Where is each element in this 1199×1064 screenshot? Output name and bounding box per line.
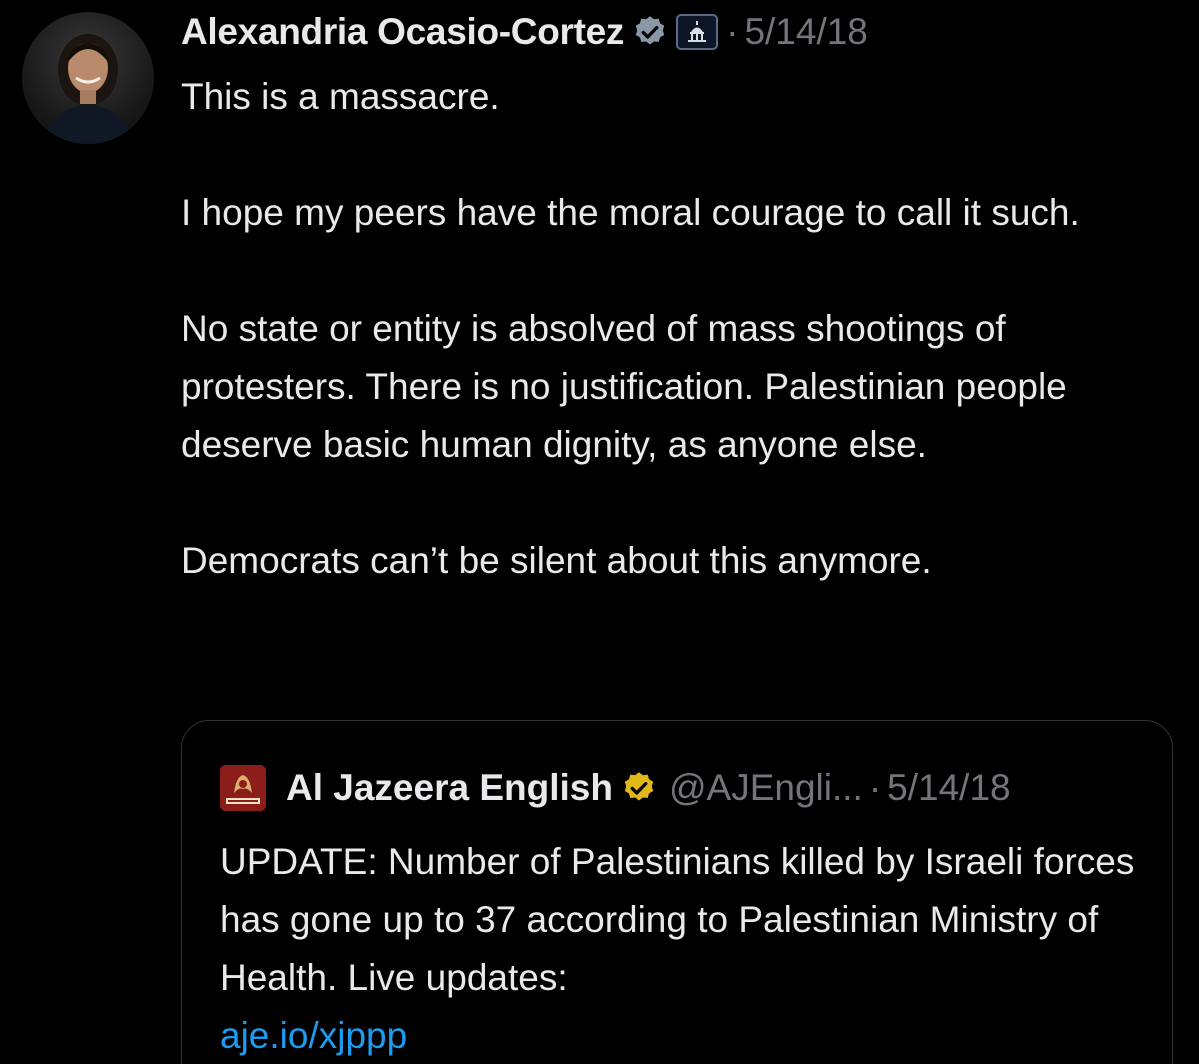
quoted-text: UPDATE: Number of Palestinians killed by…: [220, 841, 1135, 998]
quoted-tweet-date[interactable]: 5/14/18: [887, 767, 1010, 809]
tweet-paragraph-2: I hope my peers have the moral courage t…: [181, 192, 1080, 233]
gold-verified-badge-icon[interactable]: [621, 770, 657, 806]
tweet-text: This is a massacre. I hope my peers have…: [181, 68, 1181, 590]
tweet-date[interactable]: 5/14/18: [744, 11, 867, 53]
al-jazeera-logo-icon[interactable]: [220, 765, 266, 811]
tweet-paragraph-1: This is a massacre.: [181, 76, 500, 117]
quoted-author-handle[interactable]: @AJEngli...: [669, 767, 863, 809]
author-avatar[interactable]: [22, 12, 154, 144]
quoted-header-separator: ·: [868, 767, 882, 808]
quoted-link[interactable]: aje.io/xjppp: [220, 1015, 407, 1056]
verified-badge-icon[interactable]: [632, 14, 668, 50]
tweet-paragraph-3: No state or entity is absolved of mass s…: [181, 308, 1067, 465]
quoted-author-name[interactable]: Al Jazeera English: [286, 767, 613, 809]
quoted-tweet-header: Al Jazeera English @AJEngli... · 5/14/18: [220, 763, 1011, 813]
header-separator: ·: [726, 11, 739, 52]
tweet-paragraph-4: Democrats can’t be silent about this any…: [181, 540, 932, 581]
author-name[interactable]: Alexandria Ocasio-Cortez: [181, 11, 624, 53]
quoted-tweet-text: UPDATE: Number of Palestinians killed by…: [220, 833, 1150, 1064]
quoted-tweet-card[interactable]: Al Jazeera English @AJEngli... · 5/14/18…: [181, 720, 1173, 1064]
capitol-badge-icon[interactable]: [676, 14, 719, 50]
tweet-header: Alexandria Ocasio-Cortez · 5/14/18: [181, 6, 868, 58]
avatar-image: [42, 34, 134, 144]
